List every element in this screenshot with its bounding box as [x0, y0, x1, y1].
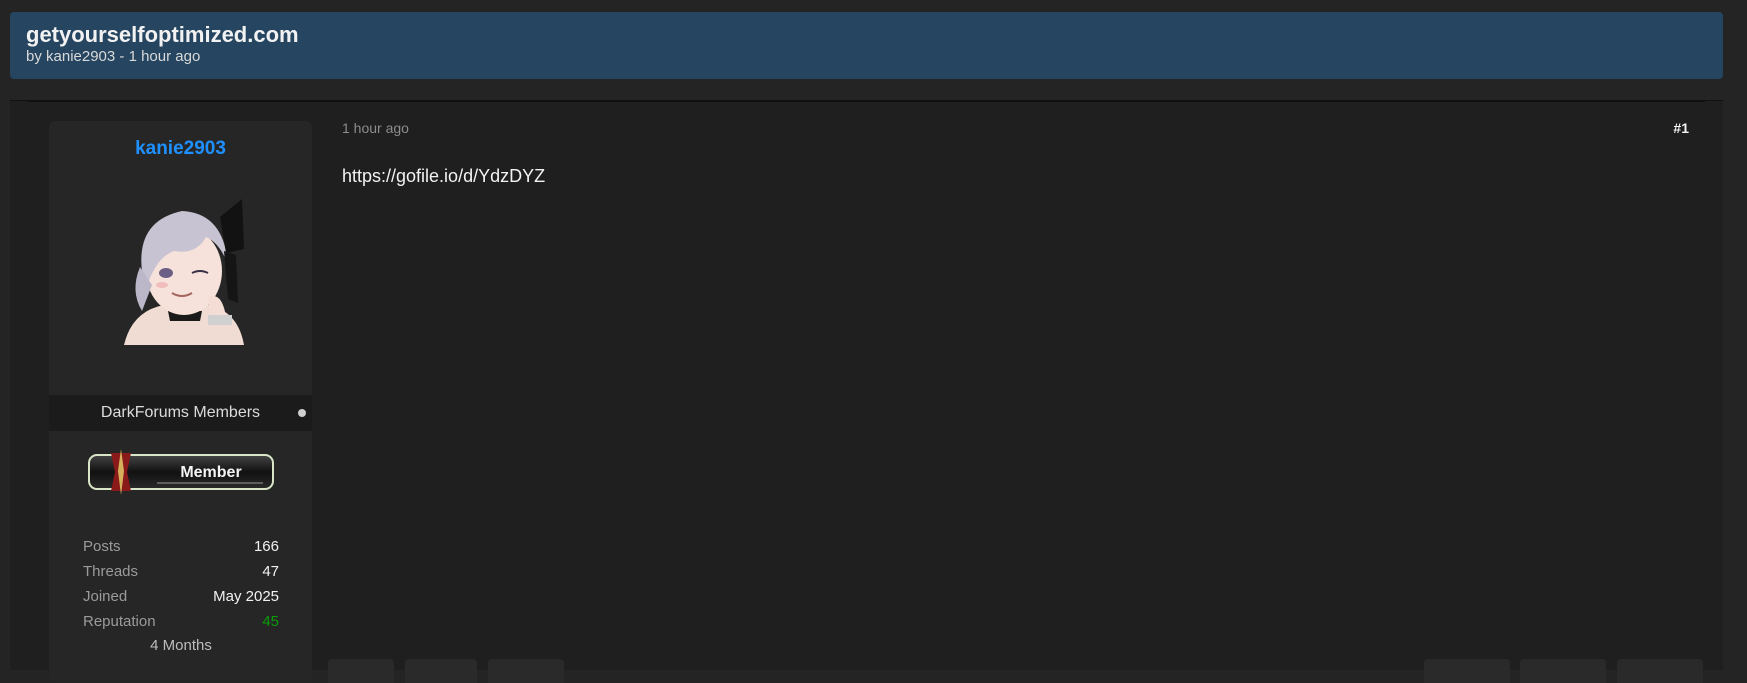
stat-value: 47: [262, 563, 279, 580]
stat-label: Joined: [83, 588, 128, 605]
post-action-button-6[interactable]: [1617, 659, 1703, 683]
stat-value: 166: [253, 538, 279, 555]
post-action-button-3[interactable]: [488, 659, 564, 683]
reputation-value[interactable]: 45: [262, 612, 279, 637]
post-action-button-1[interactable]: [328, 659, 394, 683]
author-stats: Posts 166 Threads 47 Joined May 2025 Rep…: [83, 537, 279, 654]
rank-badge-image: Member: [88, 449, 274, 495]
rank-label: Member: [180, 464, 241, 481]
post-body[interactable]: https://gofile.io/d/YdzDYZ: [342, 166, 545, 187]
post: kanie2903 DarkForums Members Member Post…: [10, 100, 1723, 683]
stat-value: May 2025: [213, 588, 279, 605]
author-panel: kanie2903 DarkForums Members Member Post…: [49, 121, 312, 681]
stat-row-threads: Threads 47: [83, 562, 279, 587]
post-date: 1 hour ago: [342, 120, 409, 136]
thread-title: getyourselfoptimized.com: [26, 22, 299, 47]
post-action-button-5[interactable]: [1520, 659, 1606, 683]
avatar-image: [124, 199, 244, 345]
user-group-label: DarkForums Members: [100, 404, 261, 421]
rank-badge: Member: [87, 449, 275, 495]
stat-label: Reputation: [83, 613, 156, 630]
avatar[interactable]: [112, 193, 252, 345]
stat-label: Threads: [83, 563, 139, 580]
divider: [28, 101, 1705, 102]
author-username[interactable]: kanie2903: [49, 138, 312, 160]
post-action-button-2[interactable]: [405, 659, 477, 683]
post-number-link[interactable]: #1: [1673, 120, 1689, 136]
thread-header: getyourselfoptimized.com by kanie2903 - …: [10, 12, 1723, 79]
stat-row-posts: Posts 166: [83, 537, 279, 562]
membership-duration: 4 Months: [150, 637, 212, 654]
user-group: DarkForums Members: [49, 395, 312, 431]
post-action-button-4[interactable]: [1424, 659, 1510, 683]
thread-meta: by kanie2903 - 1 hour ago: [26, 48, 201, 65]
stat-row-reputation: Reputation 45: [83, 612, 279, 637]
stat-row-joined: Joined May 2025: [83, 587, 279, 612]
status-dot-icon: [298, 409, 306, 417]
stat-label: Posts: [83, 538, 121, 555]
